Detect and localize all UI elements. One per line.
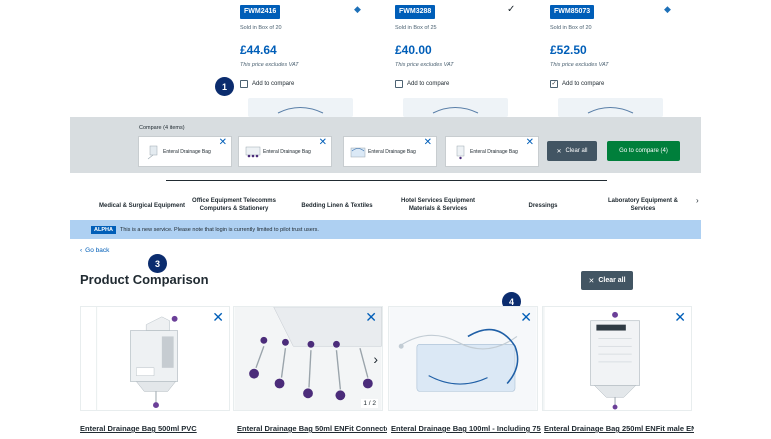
nav-item-hotel-services[interactable]: Hotel Services Equipment Materials & Ser… (392, 197, 484, 213)
diamond-icon: ◆ (664, 4, 671, 14)
compare-item-label: Enteral Drainage Bag (163, 149, 211, 155)
drainage-bag-50ml-image[interactable] (234, 307, 382, 410)
add-to-compare-label: Add to compare (407, 81, 450, 87)
drainage-bag-500ml-image[interactable] (81, 307, 229, 410)
compare-checkbox[interactable] (395, 80, 403, 88)
chevron-left-icon: ‹ (80, 247, 83, 254)
remove-compare-item-icon[interactable]: ✕ (424, 138, 432, 148)
clear-all-label: Clear all (598, 277, 626, 284)
chevron-right-icon[interactable]: › (373, 351, 378, 367)
product-code-badge: FWM3288 (395, 5, 436, 19)
alpha-tag: ALPHA (91, 225, 116, 234)
clear-all-button[interactable]: ✕ Clear all (581, 271, 633, 290)
callout-marker-1: 1 (215, 77, 234, 96)
vat-note: This price excludes VAT (550, 62, 609, 68)
add-to-compare-toggle[interactable]: Add to compare (395, 80, 449, 88)
drainage-bag-image (277, 107, 324, 114)
add-to-compare-toggle[interactable]: ✓ Add to compare (550, 80, 604, 88)
comparison-card: ✕ (542, 306, 692, 411)
sold-in-box-text: Sold in Box of 20 (240, 25, 282, 31)
compare-item[interactable]: Enteral Drainage Bag ✕ (138, 136, 232, 167)
drainage-bag-image (432, 107, 479, 114)
product-title-link[interactable]: Enteral Drainage Bag 500ml PVC (80, 424, 230, 434)
nav-item-office-equipment[interactable]: Office Equipment Telecomms Computers & S… (188, 197, 280, 213)
compare-checkbox-checked[interactable]: ✓ (550, 80, 558, 88)
drainage-bag-thumbnail (147, 145, 158, 160)
callout-marker-3: 3 (148, 254, 167, 273)
page-title: Product Comparison (80, 272, 209, 287)
drainage-bag-thumbnail (245, 146, 261, 158)
product-price: £40.00 (395, 43, 432, 57)
close-icon: ✕ (588, 277, 595, 285)
compare-item-label: Enteral Drainage Bag (368, 149, 416, 155)
vat-note: This price excludes VAT (240, 62, 299, 68)
check-icon: ✓ (507, 4, 516, 15)
product-image[interactable] (248, 98, 353, 117)
compare-bar: Compare (4 items) Enteral Drainage Bag ✕… (70, 117, 701, 173)
remove-product-icon[interactable]: ✕ (212, 310, 224, 324)
drainage-bag-thumbnail (350, 147, 366, 158)
sold-in-box-text: Sold in Box of 20 (550, 25, 592, 31)
product-list-section: FWM2416 ◆ Sold in Box of 20 £44.64 This … (0, 0, 771, 117)
drainage-bag-thumbnail (456, 145, 465, 160)
compare-item[interactable]: Enteral Drainage Bag ✕ (445, 136, 539, 167)
remove-product-icon[interactable]: ✕ (520, 310, 532, 324)
add-to-compare-toggle[interactable]: Add to compare (240, 80, 294, 88)
diamond-icon: ◆ (354, 4, 361, 14)
go-to-compare-button[interactable]: Go to compare (4) (607, 141, 680, 161)
drainage-bag-250ml-image[interactable] (543, 307, 691, 410)
product-image[interactable] (403, 98, 508, 117)
category-nav: Medical & Surgical Equipment Office Equi… (70, 192, 701, 220)
comparison-card: ✕ (80, 306, 230, 411)
product-price: £44.64 (240, 43, 277, 57)
product-image[interactable] (558, 98, 663, 117)
nav-item-medical-surgical[interactable]: Medical & Surgical Equipment (88, 202, 196, 210)
compare-item[interactable]: Enteral Drainage Bag ✕ (238, 136, 332, 167)
remove-product-icon[interactable]: ✕ (365, 310, 377, 324)
product-title-link[interactable]: Enteral Drainage Bag 250ml ENFit male EN… (544, 424, 694, 434)
remove-compare-item-icon[interactable]: ✕ (319, 138, 327, 148)
product-code-badge: FWM2416 (240, 5, 281, 19)
compare-checkbox[interactable] (240, 80, 248, 88)
compare-item-label: Enteral Drainage Bag (470, 149, 518, 155)
vat-note: This price excludes VAT (395, 62, 454, 68)
go-back-label: Go back (85, 247, 110, 254)
clear-all-compare-button[interactable]: ✕ Clear all (547, 141, 597, 161)
remove-product-icon[interactable]: ✕ (674, 310, 686, 324)
remove-compare-item-icon[interactable]: ✕ (526, 138, 534, 148)
comparison-card: ✕ › 1 / 2 (233, 306, 383, 411)
compare-item-label: Enteral Drainage Bag (263, 149, 311, 155)
clear-all-label: Clear all (565, 148, 588, 154)
image-pager: 1 / 2 (361, 399, 378, 408)
remove-compare-item-icon[interactable]: ✕ (219, 138, 227, 148)
nav-item-laboratory[interactable]: Laboratory Equipment & Services (600, 197, 686, 213)
add-to-compare-label: Add to compare (252, 81, 295, 87)
product-title-link[interactable]: Enteral Drainage Bag 100ml - Including 7… (391, 424, 541, 434)
compare-item[interactable]: Enteral Drainage Bag ✕ (343, 136, 437, 167)
sold-in-box-text: Sold in Box of 25 (395, 25, 437, 31)
go-back-link[interactable]: ‹ Go back (80, 247, 109, 254)
product-code-badge: FWM85073 (550, 5, 595, 19)
chevron-right-icon[interactable]: › (696, 196, 699, 205)
close-icon: ✕ (556, 148, 562, 155)
comparison-card: ✕ (388, 306, 538, 411)
drainage-bag-image (587, 107, 634, 114)
alpha-banner: ALPHA This is a new service. Please note… (70, 220, 701, 239)
compare-count-title: Compare (4 items) (139, 125, 185, 131)
add-to-compare-label: Add to compare (562, 81, 605, 87)
drainage-bag-100ml-image[interactable] (389, 307, 537, 410)
product-price: £52.50 (550, 43, 587, 57)
section-divider (166, 180, 607, 181)
nav-item-dressings[interactable]: Dressings (518, 202, 568, 210)
product-title-link[interactable]: Enteral Drainage Bag 50ml ENFit Connecto… (237, 424, 387, 434)
alpha-banner-text: This is a new service. Please note that … (119, 226, 319, 233)
nav-item-bedding-linen[interactable]: Bedding Linen & Textiles (292, 202, 382, 210)
